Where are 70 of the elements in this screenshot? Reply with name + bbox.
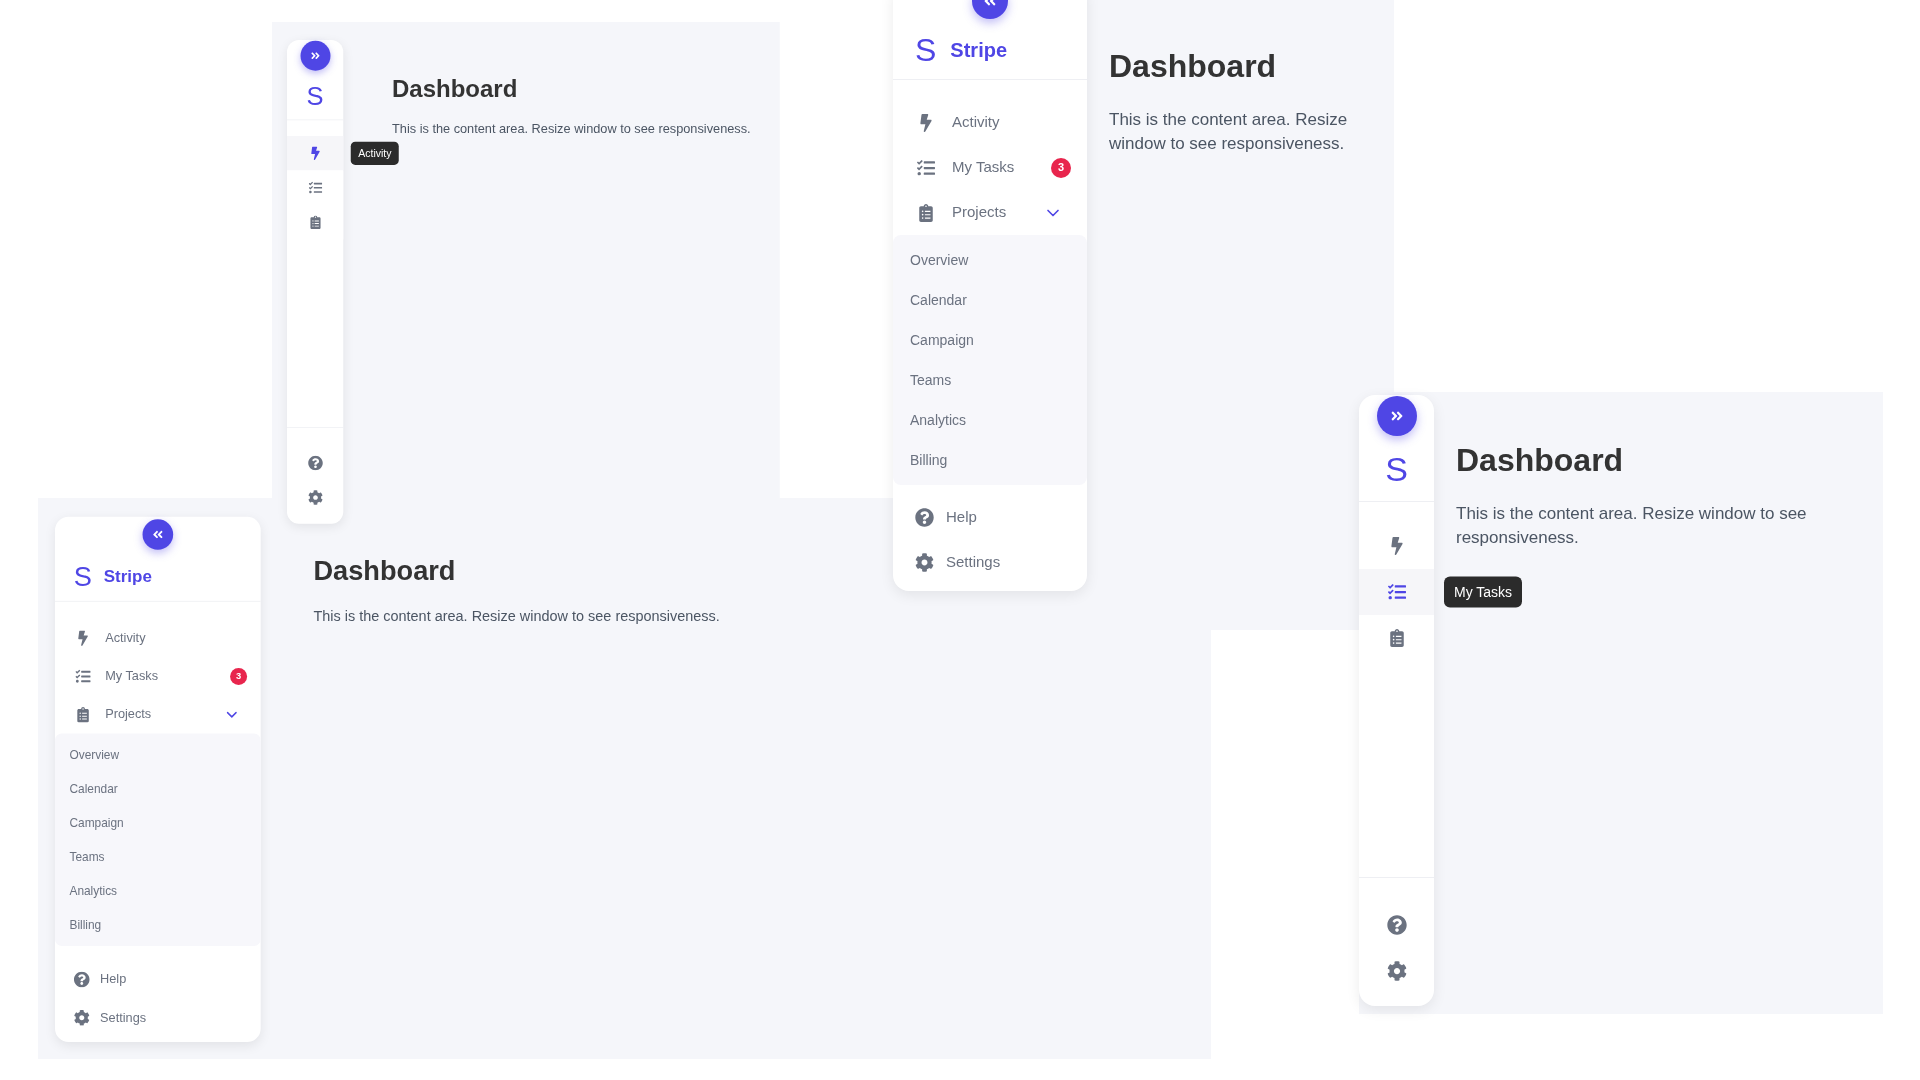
- double-chevron-left-icon: [151, 528, 164, 541]
- submenu-item[interactable]: Calendar: [893, 280, 1087, 320]
- tooltip: Activity: [350, 141, 399, 165]
- checklist-icon: [1387, 583, 1406, 601]
- clipboard-icon: [1387, 629, 1406, 647]
- nav-item[interactable]: My Tasks 3: [55, 656, 261, 696]
- lightning-icon: [917, 113, 935, 132]
- submenu-item[interactable]: Teams: [55, 839, 261, 874]
- logo-letter: S: [915, 33, 937, 66]
- nav-item[interactable]: [287, 136, 344, 171]
- help-icon: [1386, 915, 1407, 935]
- help-icon: [915, 508, 934, 527]
- page-title: Dashboard: [313, 554, 457, 589]
- settings-icon: [915, 553, 934, 572]
- expand-button[interactable]: [1376, 396, 1417, 436]
- help-icon: [73, 971, 90, 988]
- count-badge: 3: [1051, 157, 1071, 178]
- clipboard-icon: [308, 215, 322, 229]
- page-description: This is the content area. Resize window to see responsiveness.: [392, 120, 751, 138]
- page-description: This is the content area. Resize window to see responsiveness.: [1109, 109, 1349, 155]
- brand-name: Stripe: [950, 37, 1008, 63]
- submenu-item[interactable]: Campaign: [893, 320, 1087, 360]
- brand-name: Stripe: [103, 565, 152, 588]
- nav-item[interactable]: Projects: [55, 695, 261, 734]
- submenu-item[interactable]: Teams: [893, 360, 1087, 400]
- settings-button[interactable]: Settings: [893, 540, 1087, 585]
- nav-item[interactable]: My Tasks 3: [893, 145, 1087, 190]
- nav-item[interactable]: [1359, 523, 1434, 569]
- logo-letter: S: [306, 82, 324, 109]
- submenu-item[interactable]: Overview: [55, 737, 261, 772]
- page-title: Dashboard: [392, 74, 519, 104]
- submenu-item[interactable]: Analytics: [55, 873, 261, 908]
- page-title: Dashboard: [1456, 441, 1625, 480]
- logo-letter: S: [1385, 452, 1408, 486]
- help-button[interactable]: Help: [55, 960, 261, 999]
- checklist-icon: [917, 158, 935, 177]
- submenu-item[interactable]: Calendar: [55, 771, 261, 806]
- tooltip: My Tasks: [1444, 576, 1523, 608]
- nav-item[interactable]: [1359, 615, 1434, 661]
- settings-icon: [1386, 961, 1407, 981]
- submenu-item[interactable]: Analytics: [893, 400, 1087, 440]
- lightning-icon: [308, 146, 322, 160]
- nav-item[interactable]: [1359, 569, 1434, 615]
- settings-icon: [73, 1009, 90, 1026]
- double-chevron-right-icon: [1389, 409, 1404, 423]
- double-chevron-right-icon: [309, 50, 321, 61]
- checklist-icon: [75, 668, 91, 684]
- settings-icon: [307, 490, 323, 505]
- count-badge: 3: [230, 667, 248, 685]
- lightning-icon: [75, 630, 91, 646]
- nav-item[interactable]: [287, 170, 344, 205]
- submenu-item[interactable]: Billing: [55, 907, 261, 942]
- checklist-icon: [308, 181, 322, 195]
- submenu-item[interactable]: Campaign: [55, 805, 261, 840]
- submenu-item[interactable]: Billing: [893, 440, 1087, 480]
- expand-button[interactable]: [300, 40, 331, 71]
- clipboard-icon: [917, 203, 935, 222]
- nav-item[interactable]: Activity: [55, 618, 261, 657]
- page-title: Dashboard: [1109, 47, 1278, 86]
- submenu-item[interactable]: Overview: [893, 240, 1087, 280]
- nav-item[interactable]: Projects: [893, 190, 1087, 235]
- help-icon: [307, 455, 323, 471]
- logo-letter: S: [73, 562, 92, 590]
- clipboard-icon: [75, 706, 91, 722]
- page-description: This is the content area. Resize window to see responsiveness.: [1456, 503, 1808, 549]
- help-button[interactable]: Help: [893, 495, 1087, 540]
- nav-item[interactable]: Activity: [893, 100, 1087, 145]
- settings-button[interactable]: Settings: [55, 998, 261, 1037]
- collapse-button[interactable]: [142, 519, 174, 550]
- page-description: This is the content area. Resize window to see responsiveness.: [313, 607, 720, 627]
